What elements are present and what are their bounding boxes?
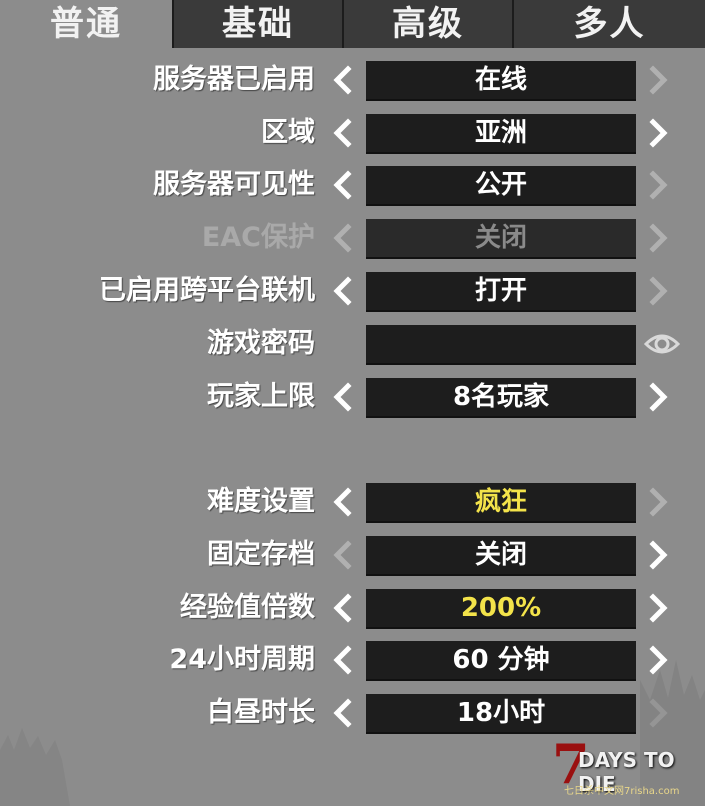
settings-panel: 普通 基础 高级 多人 服务器已启用 在线 区域 亚洲 服务器可见性 公开 EAC保护 关闭已…: [0, 0, 705, 806]
setting-value[interactable]: 公开: [366, 166, 636, 206]
chevron-right-icon[interactable]: [641, 380, 675, 414]
chevron-left-icon[interactable]: [326, 221, 360, 255]
chevron-right-icon[interactable]: [641, 221, 675, 255]
setting-label: 难度设置: [207, 486, 315, 517]
setting-row: 服务器已启用 在线: [0, 59, 705, 101]
setting-value[interactable]: 打开: [366, 272, 636, 312]
tab-general[interactable]: 普通: [0, 0, 172, 48]
chevron-left-icon[interactable]: [326, 116, 360, 150]
setting-row: 玩家上限 8名玩家: [0, 376, 705, 418]
setting-value[interactable]: 200%: [366, 589, 636, 629]
setting-row: 已启用跨平台联机 打开: [0, 270, 705, 312]
chevron-right-icon[interactable]: [641, 116, 675, 150]
chevron-right-icon[interactable]: [641, 538, 675, 572]
chevron-left-icon[interactable]: [326, 168, 360, 202]
tab-basic[interactable]: 基础: [172, 0, 342, 48]
chevron-right-icon[interactable]: [641, 63, 675, 97]
chevron-right-icon[interactable]: [641, 485, 675, 519]
tab-advanced[interactable]: 高级: [342, 0, 512, 48]
chevron-left-icon[interactable]: [326, 63, 360, 97]
chevron-left-icon[interactable]: [326, 591, 360, 625]
setting-label: 服务器已启用: [153, 64, 315, 95]
game-logo: 7 DAYS TO DIE 七日杀中文网7risha.com: [550, 734, 700, 804]
chevron-right-icon[interactable]: [641, 168, 675, 202]
logo-watermark: 七日杀中文网7risha.com: [564, 786, 680, 797]
chevron-left-icon[interactable]: [326, 274, 360, 308]
setting-row: EAC保护 关闭: [0, 217, 705, 259]
setting-label: 游戏密码: [207, 328, 315, 359]
setting-row: 经验值倍数 200%: [0, 587, 705, 629]
setting-value[interactable]: 关闭: [366, 536, 636, 576]
setting-label: 已启用跨平台联机: [99, 275, 315, 306]
setting-row: 固定存档 关闭: [0, 534, 705, 576]
eye-icon[interactable]: [644, 329, 680, 359]
setting-label: 经验值倍数: [180, 592, 315, 623]
setting-value[interactable]: 8名玩家: [366, 378, 636, 418]
setting-label: 服务器可见性: [153, 169, 315, 200]
setting-value[interactable]: 在线: [366, 61, 636, 101]
chevron-right-icon[interactable]: [641, 274, 675, 308]
setting-label: EAC保护: [201, 222, 315, 253]
setting-value[interactable]: 关闭: [366, 219, 636, 259]
setting-row: 难度设置 疯狂: [0, 481, 705, 523]
setting-label: 固定存档: [207, 539, 315, 570]
setting-value[interactable]: 疯狂: [366, 483, 636, 523]
chevron-left-icon[interactable]: [326, 485, 360, 519]
tab-bar: 普通 基础 高级 多人: [0, 0, 705, 48]
setting-label: 玩家上限: [207, 381, 315, 412]
chevron-left-icon[interactable]: [326, 380, 360, 414]
setting-value[interactable]: 亚洲: [366, 114, 636, 154]
password-input[interactable]: [366, 325, 636, 365]
setting-row: 区域 亚洲: [0, 112, 705, 154]
chevron-left-icon[interactable]: [326, 538, 360, 572]
tab-multiplayer[interactable]: 多人: [512, 0, 705, 48]
setting-row: 游戏密码: [0, 323, 705, 365]
setting-row: 服务器可见性 公开: [0, 164, 705, 206]
chevron-right-icon[interactable]: [641, 591, 675, 625]
setting-label: 区域: [261, 117, 315, 148]
